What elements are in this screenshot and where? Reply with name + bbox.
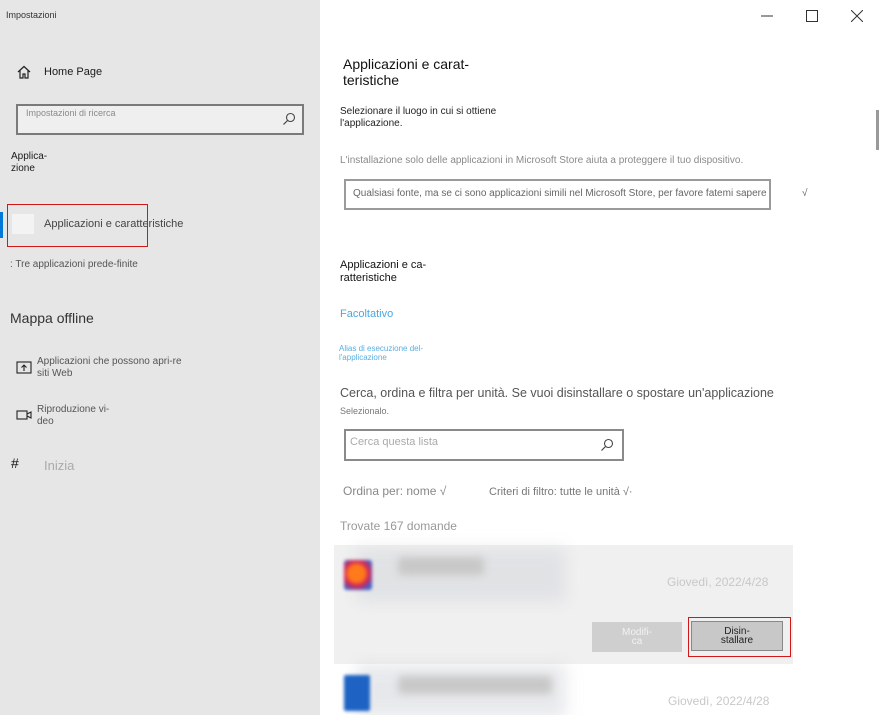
- app-list-search-placeholder: Cerca questa lista: [350, 436, 439, 448]
- page-title: Applicazioni e carat-teristiche: [343, 56, 470, 88]
- sidebar-item-offline-maps[interactable]: Mappa offline: [10, 310, 94, 326]
- filter-dropdown[interactable]: Criteri di filtro: tutte le unità √·: [489, 486, 633, 498]
- app-list-search-input[interactable]: Cerca questa lista: [344, 429, 624, 461]
- uninstall-highlight-box: [688, 617, 791, 657]
- modify-button[interactable]: Modifi-ca: [592, 622, 682, 652]
- sidebar-item-label: Inizia: [44, 458, 75, 473]
- sidebar-item-default-apps[interactable]: : Tre applicazioni prede-finite: [10, 259, 140, 271]
- home-page-label: Home Page: [44, 66, 103, 78]
- home-page-link[interactable]: Home Page: [16, 64, 102, 80]
- app-install-date: Giovedì, 2022/4/28: [668, 694, 770, 708]
- open-web-icon: [16, 361, 32, 374]
- search-icon[interactable]: [282, 112, 296, 126]
- browser-app-icon: [344, 560, 372, 590]
- home-icon: [17, 65, 31, 79]
- app-install-date: Giovedì, 2022/4/28: [667, 575, 769, 589]
- startup-icon: #: [11, 455, 19, 471]
- minimize-button[interactable]: [757, 6, 777, 26]
- modify-button-label: Modifi-ca: [621, 627, 652, 647]
- store-hint: L'installazione solo delle applicazioni …: [340, 155, 744, 166]
- source-label: Selezionare il luogo in cui si ottiene l…: [340, 106, 497, 129]
- sidebar-item-video-playback[interactable]: Riproduzione vi-deo: [16, 404, 117, 428]
- apps-found-count: Trovate 167 domande: [340, 519, 457, 533]
- subsection-title: Applicazioni e ca-ratteristiche: [340, 259, 427, 284]
- app-execution-alias-link[interactable]: Alias di esecuzione del-l'applicazione: [339, 344, 459, 362]
- second-app-icon: [344, 675, 370, 711]
- optional-features-link[interactable]: Facoltativo: [340, 308, 393, 320]
- section-heading: Applica-zione: [11, 151, 48, 174]
- filter-description: Cerca, ordina e filtra per unità. Se vuo…: [340, 386, 774, 400]
- app-source-value: Qualsiasi fonte, ma se ci sono applicazi…: [353, 188, 767, 199]
- app-name-blurred: [398, 557, 484, 575]
- sidebar: Impostazioni Home Page Impostazioni di r…: [0, 0, 320, 715]
- chevron-down-icon: √: [802, 188, 808, 199]
- sidebar-item-label: Applicazioni che possono apri-re siti We…: [37, 356, 182, 379]
- scrollbar[interactable]: [876, 110, 879, 150]
- sidebar-item-startup[interactable]: # Inizia: [11, 455, 74, 473]
- close-icon: [851, 10, 863, 22]
- window-title: Impostazioni: [6, 10, 57, 20]
- settings-window: Impostazioni Home Page Impostazioni di r…: [0, 0, 881, 715]
- maximize-icon: [806, 10, 818, 22]
- select-description: Selezionalo.: [340, 406, 390, 416]
- sidebar-item-web-apps[interactable]: Applicazioni che possono apri-re siti We…: [16, 356, 187, 380]
- maximize-button[interactable]: [802, 6, 822, 26]
- settings-search-placeholder: Impostazioni di ricerca: [26, 108, 116, 118]
- sidebar-item-label: Riproduzione vi-deo: [37, 404, 110, 427]
- close-button[interactable]: [847, 6, 867, 26]
- app-name-blurred: [398, 676, 552, 694]
- active-indicator: [0, 212, 3, 238]
- sort-dropdown[interactable]: Ordina per: nome √: [343, 484, 446, 498]
- search-icon[interactable]: [600, 438, 614, 452]
- highlight-box: [7, 204, 148, 247]
- video-icon: [16, 410, 32, 420]
- settings-search-input[interactable]: Impostazioni di ricerca: [16, 104, 304, 135]
- app-source-dropdown[interactable]: Qualsiasi fonte, ma se ci sono applicazi…: [344, 179, 808, 210]
- minimize-icon: [761, 15, 773, 17]
